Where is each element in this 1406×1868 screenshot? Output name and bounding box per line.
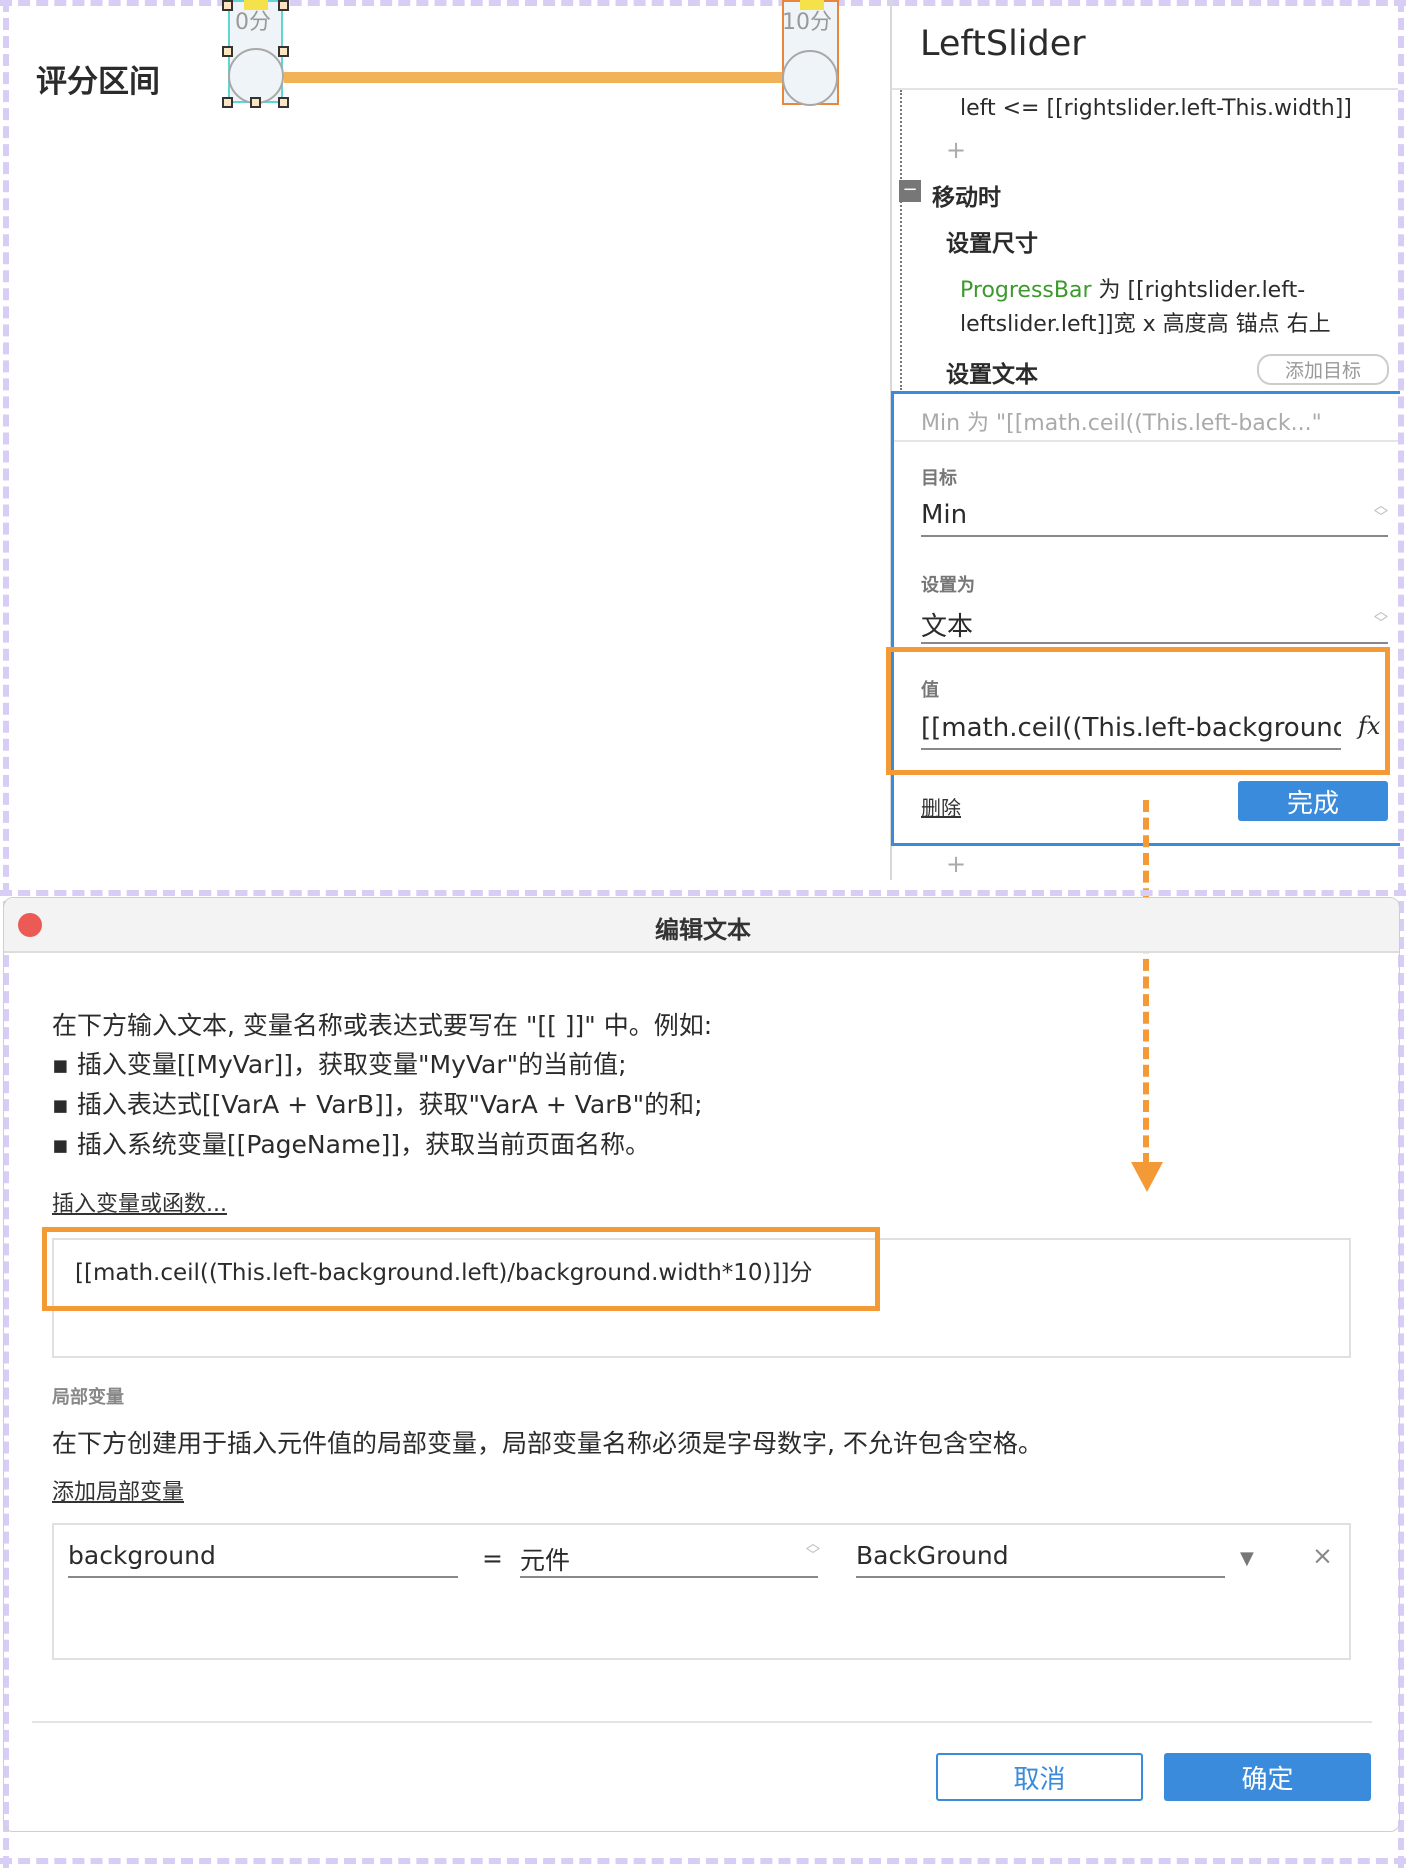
set-size-target: ProgressBar	[960, 278, 1092, 303]
local-var-type-select[interactable]: 元件	[520, 1541, 570, 1577]
equals-sign: =	[482, 1544, 503, 1573]
add-target-button[interactable]: 添加目标	[1257, 354, 1389, 385]
local-variables-list	[52, 1523, 1351, 1660]
ok-button[interactable]: 确定	[1164, 1753, 1371, 1801]
range-label: 评分区间	[36, 64, 160, 100]
resize-handle[interactable]	[278, 46, 289, 57]
value-label: 值	[921, 680, 939, 701]
target-label: 目标	[921, 468, 957, 489]
text-input-value[interactable]: [[math.ceil((This.left-background.left)/…	[75, 1253, 812, 1287]
collapse-icon[interactable]: −	[899, 180, 921, 202]
done-button[interactable]: 完成	[1238, 781, 1388, 821]
instruction-intro: 在下方输入文本, 变量名称或表达式要写在 "[[ ]]" 中。例如:	[52, 1011, 713, 1040]
instruction-item: ▪ 插入变量[[MyVar]]，获取变量"MyVar"的当前值;	[52, 1050, 627, 1079]
condition-text[interactable]: left <= [[rightslider.left-This.width]]	[960, 96, 1352, 121]
right-slider-text: 10分	[782, 10, 832, 35]
add-condition-icon[interactable]: +	[946, 136, 966, 164]
panel-title: LeftSlider	[920, 24, 1086, 64]
type-underline	[520, 1576, 818, 1578]
set-as-label: 设置为	[921, 575, 975, 596]
remove-variable-icon[interactable]: ×	[1312, 1541, 1333, 1570]
widget-underline	[856, 1576, 1225, 1578]
instruction-text: 插入系统变量[[PageName]]，获取当前页面名称。	[76, 1130, 651, 1159]
select-chevron-icon[interactable]: ︿ ﹀	[803, 1537, 823, 1563]
highlight-box	[886, 647, 1390, 775]
fx-icon[interactable]: fx	[1358, 712, 1380, 740]
dropdown-arrow-icon[interactable]: ▼	[1240, 1548, 1254, 1569]
frame-border-top	[0, 0, 1406, 6]
progress-bar	[284, 72, 784, 83]
event-label[interactable]: 移动时	[932, 178, 1001, 212]
select-chevron-icon[interactable]: ︿ ﹀	[1371, 605, 1391, 631]
set-as-select[interactable]: 文本	[921, 606, 973, 643]
left-slider-knob[interactable]	[228, 48, 284, 104]
action-set-size[interactable]: 设置尺寸	[946, 224, 1038, 258]
local-var-widget-select[interactable]: BackGround	[856, 1541, 1009, 1570]
left-slider-text: 0分	[235, 10, 271, 35]
select-chevron-icon[interactable]: ︿ ﹀	[1371, 499, 1391, 525]
local-vars-description: 在下方创建用于插入元件值的局部变量，局部变量名称必须是字母数字, 不允许包含空格…	[52, 1429, 1043, 1458]
tree-guide	[900, 90, 902, 390]
value-input[interactable]: [[math.ceil((This.left-background.l	[921, 713, 1341, 743]
dialog-title: 编辑文本	[655, 916, 751, 944]
set-size-detail-line1: 为 [[rightslider.left-	[1098, 278, 1306, 303]
local-vars-heading: 局部变量	[52, 1387, 124, 1408]
insert-variable-link[interactable]: 插入变量或函数...	[52, 1186, 227, 1218]
frame-border-middle-overlay	[0, 890, 1406, 896]
right-slider-knob[interactable]	[782, 50, 838, 106]
resize-handle[interactable]	[250, 97, 261, 108]
set-size-detail[interactable]: ProgressBar 为 [[rightslider.left-	[960, 272, 1305, 304]
action-set-text[interactable]: 设置文本	[946, 355, 1038, 389]
resize-handle[interactable]	[222, 97, 233, 108]
resize-handle[interactable]	[222, 0, 233, 11]
action-summary: Min 为 "[[math.ceil((This.left-back..."	[921, 411, 1322, 436]
target-select[interactable]: Min	[921, 500, 967, 530]
set-size-detail-line2: leftslider.left]]宽 x 高度高 锚点 右上	[960, 312, 1331, 337]
instruction-text: 插入表达式[[VarA + VarB]]，获取"VarA + VarB"的和;	[76, 1090, 703, 1119]
summary-divider	[894, 440, 1398, 442]
value-underline	[921, 748, 1341, 750]
footer-divider	[32, 1721, 1372, 1723]
instruction-text: 插入变量[[MyVar]]，获取变量"MyVar"的当前值;	[76, 1050, 627, 1079]
set-as-underline	[921, 642, 1388, 644]
delete-link[interactable]: 删除	[921, 792, 961, 821]
resize-handle[interactable]	[222, 46, 233, 57]
target-underline	[921, 535, 1388, 537]
name-underline	[68, 1576, 458, 1578]
cancel-button[interactable]: 取消	[936, 1753, 1143, 1801]
instruction-item: ▪ 插入系统变量[[PageName]]，获取当前页面名称。	[52, 1130, 651, 1159]
resize-handle[interactable]	[278, 0, 289, 11]
frame-border-bottom	[0, 1858, 1406, 1864]
panel-header-divider	[892, 88, 1398, 90]
add-local-variable-link[interactable]: 添加局部变量	[52, 1474, 184, 1506]
instruction-item: ▪ 插入表达式[[VarA + VarB]]，获取"VarA + VarB"的和…	[52, 1090, 703, 1119]
local-var-name-input[interactable]: background	[68, 1541, 216, 1570]
resize-handle[interactable]	[278, 97, 289, 108]
add-action-icon[interactable]: +	[946, 850, 966, 878]
